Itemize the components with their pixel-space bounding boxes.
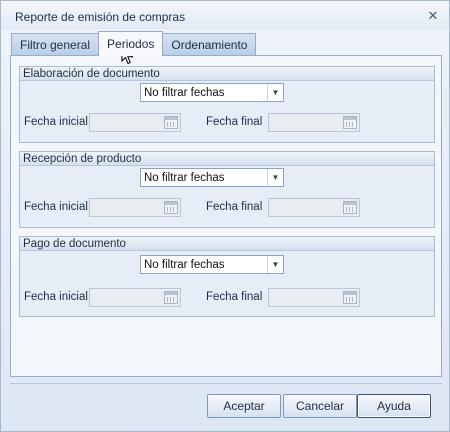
chevron-down-icon[interactable]: ▼	[267, 169, 283, 186]
start-date-label: Fecha inicial	[24, 201, 88, 213]
cancel-button[interactable]: Cancelar	[283, 394, 357, 418]
tab-periodos[interactable]: Periodos	[98, 31, 164, 56]
calendar-icon[interactable]	[343, 291, 357, 304]
dropdown-value: No filtrar fechas	[144, 86, 225, 99]
end-date-label: Fecha final	[206, 291, 263, 303]
start-date-label: Fecha inicial	[24, 116, 88, 128]
dropdown-value: No filtrar fechas	[144, 171, 225, 184]
calendar-icon[interactable]	[343, 116, 357, 129]
tab-strip: Filtro general Periodos Ordenamiento	[11, 31, 257, 56]
group-title: Recepción de producto	[20, 152, 434, 166]
group-recepcion: Recepción de producto No filtrar fechas …	[19, 151, 435, 228]
help-button[interactable]: Ayuda	[357, 394, 431, 418]
calendar-icon[interactable]	[164, 201, 178, 214]
end-date-label: Fecha final	[206, 201, 263, 213]
calendar-icon[interactable]	[164, 291, 178, 304]
tab-ordenamiento[interactable]: Ordenamiento	[162, 33, 257, 56]
start-date-field[interactable]	[89, 113, 181, 132]
date-filter-dropdown[interactable]: No filtrar fechas ▼	[140, 83, 284, 102]
title-bar: Reporte de emisión de compras ✕	[1, 1, 449, 29]
dropdown-value: No filtrar fechas	[144, 258, 225, 271]
calendar-icon[interactable]	[343, 201, 357, 214]
group-title: Elaboración de documento	[20, 67, 434, 81]
date-filter-dropdown[interactable]: No filtrar fechas ▼	[140, 168, 284, 187]
date-filter-dropdown[interactable]: No filtrar fechas ▼	[140, 255, 284, 274]
chevron-down-icon[interactable]: ▼	[267, 256, 283, 273]
group-elaboracion: Elaboración de documento No filtrar fech…	[19, 66, 435, 143]
start-date-field[interactable]	[89, 288, 181, 307]
group-pago: Pago de documento No filtrar fechas ▼ Fe…	[19, 236, 435, 317]
end-date-label: Fecha final	[206, 116, 263, 128]
tab-filtro-general[interactable]: Filtro general	[11, 33, 100, 56]
calendar-icon[interactable]	[164, 116, 178, 129]
start-date-field[interactable]	[89, 198, 181, 217]
group-title: Pago de documento	[20, 237, 434, 251]
window-title: Reporte de emisión de compras	[15, 10, 186, 24]
close-icon[interactable]: ✕	[425, 8, 441, 22]
footer-divider	[10, 383, 442, 384]
periodos-panel: Elaboración de documento No filtrar fech…	[10, 55, 442, 377]
accept-button[interactable]: Aceptar	[207, 394, 281, 418]
chevron-down-icon[interactable]: ▼	[267, 84, 283, 101]
end-date-field[interactable]	[268, 198, 360, 217]
start-date-label: Fecha inicial	[24, 291, 88, 303]
report-dialog: Reporte de emisión de compras ✕ Filtro g…	[0, 0, 450, 432]
end-date-field[interactable]	[268, 113, 360, 132]
end-date-field[interactable]	[268, 288, 360, 307]
